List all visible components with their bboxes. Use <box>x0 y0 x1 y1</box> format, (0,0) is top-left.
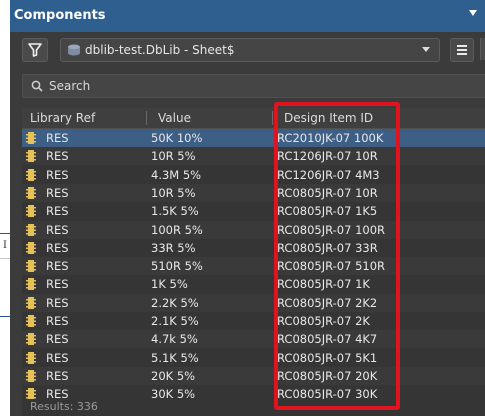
cell-value: 10R 5% <box>151 149 196 164</box>
schematic-fragment: I <box>3 240 7 251</box>
panel-menu-button[interactable] <box>450 38 474 62</box>
component-icon <box>26 351 36 364</box>
filter-icon <box>28 43 42 57</box>
design-item-id-highlight <box>274 102 400 410</box>
column-header-library-ref[interactable]: Library Ref <box>30 111 95 125</box>
cell-library-ref: RES <box>46 314 69 328</box>
cell-value: 1K 5% <box>151 277 188 292</box>
table-row[interactable]: RES 4.3M 5% RC1206JR-07 4M3 <box>22 166 485 184</box>
results-count: Results: 336 <box>30 400 98 413</box>
database-library-icon <box>68 44 80 56</box>
cell-library-ref: RES <box>46 149 69 164</box>
panel-titlebar: Components <box>10 0 485 32</box>
results-status: Results: 336 <box>22 399 485 416</box>
components-table: Library Ref Value Design Item ID RES 50K … <box>22 108 485 416</box>
component-icon <box>26 296 36 309</box>
table-row[interactable]: RES 10R 5% RC1206JR-07 10R <box>22 147 485 166</box>
schematic-sheet-edge <box>0 0 10 416</box>
panel-toolbar: dblib-test.DbLib - Sheet$ <box>10 32 485 66</box>
cell-value: 50K 10% <box>151 131 203 145</box>
cell-value: 4.3M 5% <box>151 167 202 182</box>
cell-library-ref: RES <box>46 277 69 292</box>
cell-library-ref: RES <box>46 240 69 255</box>
component-icon <box>26 278 36 291</box>
component-icon <box>26 186 36 199</box>
cell-library-ref: RES <box>46 350 69 365</box>
table-row[interactable]: RES 510R 5% RC0805JR-07 510R <box>22 257 485 276</box>
component-icon <box>26 260 36 273</box>
cell-value: 5.1K 5% <box>151 350 199 365</box>
component-icon <box>26 369 36 382</box>
panel-menu-arrow-icon[interactable] <box>469 10 477 16</box>
table-row[interactable]: RES 2.2K 5% RC0805JR-07 2K2 <box>22 293 485 312</box>
component-icon <box>26 132 36 144</box>
menu-icon-bar <box>457 53 467 55</box>
table-row[interactable]: RES 2.1K 5% RC0805JR-07 2K <box>22 312 485 330</box>
toolbar-overflow-button[interactable] <box>480 38 485 60</box>
table-row[interactable]: RES 1K 5% RC0805JR-07 1K <box>22 275 485 293</box>
cell-library-ref: RES <box>46 332 69 347</box>
schematic-wire <box>0 316 10 317</box>
cell-value: 20K 5% <box>151 368 196 383</box>
cell-value: 1.5K 5% <box>151 204 199 219</box>
component-icon <box>26 333 36 346</box>
table-row[interactable]: RES 10R 5% RC0805JR-07 10R <box>22 183 485 202</box>
cell-library-ref: RES <box>46 259 69 274</box>
table-row[interactable]: RES 5.1K 5% RC0805JR-07 5K1 <box>22 349 485 367</box>
cell-library-ref: RES <box>46 368 69 383</box>
library-dropdown[interactable]: dblib-test.DbLib - Sheet$ <box>60 38 440 62</box>
cell-library-ref: RES <box>46 167 69 182</box>
schematic-divider <box>0 258 10 259</box>
cell-library-ref: RES <box>46 295 69 310</box>
cell-library-ref: RES <box>46 185 69 200</box>
cell-value: 100R 5% <box>151 222 203 237</box>
table-row[interactable]: RES 20K 5% RC0805JR-07 20K <box>22 366 485 385</box>
cell-library-ref: RES <box>46 131 69 145</box>
column-separator[interactable] <box>146 111 147 125</box>
panel-title: Components <box>14 8 106 23</box>
library-dropdown-value: dblib-test.DbLib - Sheet$ <box>85 43 235 57</box>
component-icon <box>26 150 36 163</box>
cell-value: 4.7k 5% <box>151 332 198 347</box>
cell-library-ref: RES <box>46 222 69 237</box>
cell-value: 2.1K 5% <box>151 314 199 328</box>
components-panel: Components dblib-test.DbLib - Sheet$ Sea… <box>10 0 485 416</box>
cell-value: 2.2K 5% <box>151 295 199 310</box>
search-placeholder: Search <box>49 79 91 93</box>
component-icon <box>26 223 36 236</box>
table-row[interactable]: RES 33R 5% RC0805JR-07 33R <box>22 239 485 257</box>
menu-icon-bar <box>457 45 467 47</box>
search-input[interactable]: Search <box>22 74 485 98</box>
table-row[interactable]: RES 100R 5% RC0805JR-07 100R <box>22 220 485 239</box>
cell-library-ref: RES <box>46 204 69 219</box>
component-icon <box>26 205 36 218</box>
table-header: Library Ref Value Design Item ID <box>22 108 485 129</box>
filter-button[interactable] <box>22 38 48 62</box>
table-row[interactable]: RES 1.5K 5% RC0805JR-07 1K5 <box>22 202 485 220</box>
cell-value: 33R 5% <box>151 240 196 255</box>
component-icon <box>26 168 36 181</box>
table-row[interactable]: RES 4.7k 5% RC0805JR-07 4K7 <box>22 330 485 349</box>
column-header-value[interactable]: Value <box>158 111 191 125</box>
menu-icon-bar <box>457 49 467 51</box>
search-icon <box>31 80 43 92</box>
cell-value: 10R 5% <box>151 185 196 200</box>
component-icon <box>26 241 36 254</box>
chevron-down-icon <box>422 47 430 52</box>
schematic-wire <box>0 233 10 234</box>
component-icon <box>26 315 36 327</box>
column-separator[interactable] <box>272 111 273 125</box>
cell-value: 510R 5% <box>151 259 203 274</box>
table-row[interactable]: RES 50K 10% RC2010JK-07 100K <box>22 129 485 147</box>
